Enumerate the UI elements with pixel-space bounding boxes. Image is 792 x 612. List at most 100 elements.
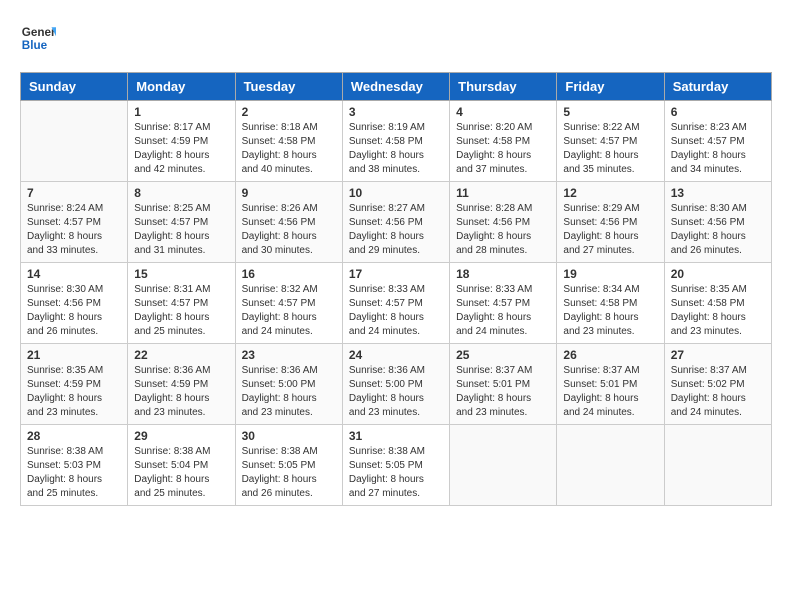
calendar-cell: 26 Sunrise: 8:37 AM Sunset: 5:01 PM Dayli… (557, 344, 664, 425)
column-header-thursday: Thursday (450, 73, 557, 101)
calendar-header-row: SundayMondayTuesdayWednesdayThursdayFrid… (21, 73, 772, 101)
day-number: 30 (242, 429, 336, 443)
day-info: Sunrise: 8:27 AM Sunset: 4:56 PM Dayligh… (349, 202, 443, 258)
day-number: 21 (27, 348, 121, 362)
day-number: 25 (456, 348, 550, 362)
day-info: Sunrise: 8:30 AM Sunset: 4:56 PM Dayligh… (671, 202, 765, 258)
calendar-cell (664, 425, 771, 506)
week-row-5: 28 Sunrise: 8:38 AM Sunset: 5:03 PM Dayli… (21, 425, 772, 506)
week-row-2: 7Sunrise: 8:24 AM Sunset: 4:57 PM Daylig… (21, 182, 772, 263)
day-info: Sunrise: 8:38 AM Sunset: 5:05 PM Dayligh… (242, 445, 336, 501)
calendar-cell: 10 Sunrise: 8:27 AM Sunset: 4:56 PM Dayli… (342, 182, 449, 263)
day-info: Sunrise: 8:33 AM Sunset: 4:57 PM Dayligh… (456, 283, 550, 339)
calendar-cell: 31Sunrise: 8:38 AM Sunset: 5:05 PM Dayli… (342, 425, 449, 506)
calendar-cell (557, 425, 664, 506)
column-header-monday: Monday (128, 73, 235, 101)
column-header-saturday: Saturday (664, 73, 771, 101)
day-info: Sunrise: 8:18 AM Sunset: 4:58 PM Dayligh… (242, 121, 336, 177)
day-info: Sunrise: 8:36 AM Sunset: 5:00 PM Dayligh… (242, 364, 336, 420)
day-number: 31 (349, 429, 443, 443)
day-info: Sunrise: 8:33 AM Sunset: 4:57 PM Dayligh… (349, 283, 443, 339)
calendar-cell: 21Sunrise: 8:35 AM Sunset: 4:59 PM Dayli… (21, 344, 128, 425)
day-number: 3 (349, 105, 443, 119)
svg-text:Blue: Blue (22, 39, 48, 52)
day-info: Sunrise: 8:23 AM Sunset: 4:57 PM Dayligh… (671, 121, 765, 177)
calendar-table: SundayMondayTuesdayWednesdayThursdayFrid… (20, 72, 772, 506)
day-info: Sunrise: 8:28 AM Sunset: 4:56 PM Dayligh… (456, 202, 550, 258)
calendar-cell: 18 Sunrise: 8:33 AM Sunset: 4:57 PM Dayli… (450, 263, 557, 344)
day-number: 9 (242, 186, 336, 200)
calendar-cell: 6 Sunrise: 8:23 AM Sunset: 4:57 PM Daylig… (664, 101, 771, 182)
logo: General Blue (20, 20, 56, 56)
week-row-3: 14 Sunrise: 8:30 AM Sunset: 4:56 PM Dayli… (21, 263, 772, 344)
day-number: 2 (242, 105, 336, 119)
day-info: Sunrise: 8:37 AM Sunset: 5:01 PM Dayligh… (456, 364, 550, 420)
day-info: Sunrise: 8:31 AM Sunset: 4:57 PM Dayligh… (134, 283, 228, 339)
week-row-1: 1 Sunrise: 8:17 AM Sunset: 4:59 PM Daylig… (21, 101, 772, 182)
day-info: Sunrise: 8:26 AM Sunset: 4:56 PM Dayligh… (242, 202, 336, 258)
day-number: 8 (134, 186, 228, 200)
calendar-cell: 14 Sunrise: 8:30 AM Sunset: 4:56 PM Dayli… (21, 263, 128, 344)
day-number: 12 (563, 186, 657, 200)
day-number: 10 (349, 186, 443, 200)
day-number: 6 (671, 105, 765, 119)
day-number: 18 (456, 267, 550, 281)
calendar-cell: 8 Sunrise: 8:25 AM Sunset: 4:57 PM Daylig… (128, 182, 235, 263)
calendar-cell: 20Sunrise: 8:35 AM Sunset: 4:58 PM Dayli… (664, 263, 771, 344)
day-info: Sunrise: 8:17 AM Sunset: 4:59 PM Dayligh… (134, 121, 228, 177)
calendar-cell: 28 Sunrise: 8:38 AM Sunset: 5:03 PM Dayli… (21, 425, 128, 506)
day-number: 27 (671, 348, 765, 362)
day-number: 22 (134, 348, 228, 362)
calendar-cell: 30 Sunrise: 8:38 AM Sunset: 5:05 PM Dayli… (235, 425, 342, 506)
day-number: 1 (134, 105, 228, 119)
calendar-cell: 1 Sunrise: 8:17 AM Sunset: 4:59 PM Daylig… (128, 101, 235, 182)
calendar-cell: 13 Sunrise: 8:30 AM Sunset: 4:56 PM Dayli… (664, 182, 771, 263)
day-number: 17 (349, 267, 443, 281)
day-number: 23 (242, 348, 336, 362)
calendar-cell: 2 Sunrise: 8:18 AM Sunset: 4:58 PM Daylig… (235, 101, 342, 182)
day-info: Sunrise: 8:38 AM Sunset: 5:03 PM Dayligh… (27, 445, 121, 501)
day-info: Sunrise: 8:37 AM Sunset: 5:01 PM Dayligh… (563, 364, 657, 420)
column-header-friday: Friday (557, 73, 664, 101)
calendar-cell: 19 Sunrise: 8:34 AM Sunset: 4:58 PM Dayli… (557, 263, 664, 344)
day-info: Sunrise: 8:30 AM Sunset: 4:56 PM Dayligh… (27, 283, 121, 339)
day-info: Sunrise: 8:25 AM Sunset: 4:57 PM Dayligh… (134, 202, 228, 258)
calendar-cell: 16Sunrise: 8:32 AM Sunset: 4:57 PM Dayli… (235, 263, 342, 344)
day-info: Sunrise: 8:36 AM Sunset: 5:00 PM Dayligh… (349, 364, 443, 420)
day-info: Sunrise: 8:37 AM Sunset: 5:02 PM Dayligh… (671, 364, 765, 420)
day-number: 11 (456, 186, 550, 200)
day-number: 26 (563, 348, 657, 362)
calendar-cell: 25 Sunrise: 8:37 AM Sunset: 5:01 PM Dayli… (450, 344, 557, 425)
day-info: Sunrise: 8:20 AM Sunset: 4:58 PM Dayligh… (456, 121, 550, 177)
calendar-cell: 12Sunrise: 8:29 AM Sunset: 4:56 PM Dayli… (557, 182, 664, 263)
day-info: Sunrise: 8:36 AM Sunset: 4:59 PM Dayligh… (134, 364, 228, 420)
day-number: 5 (563, 105, 657, 119)
day-number: 4 (456, 105, 550, 119)
day-number: 14 (27, 267, 121, 281)
calendar-cell (450, 425, 557, 506)
day-info: Sunrise: 8:24 AM Sunset: 4:57 PM Dayligh… (27, 202, 121, 258)
page-header: General Blue (20, 20, 772, 56)
column-header-sunday: Sunday (21, 73, 128, 101)
svg-text:General: General (22, 26, 56, 39)
calendar-cell: 11 Sunrise: 8:28 AM Sunset: 4:56 PM Dayli… (450, 182, 557, 263)
day-number: 19 (563, 267, 657, 281)
day-info: Sunrise: 8:38 AM Sunset: 5:04 PM Dayligh… (134, 445, 228, 501)
day-info: Sunrise: 8:34 AM Sunset: 4:58 PM Dayligh… (563, 283, 657, 339)
day-number: 28 (27, 429, 121, 443)
calendar-cell: 3 Sunrise: 8:19 AM Sunset: 4:58 PM Daylig… (342, 101, 449, 182)
week-row-4: 21Sunrise: 8:35 AM Sunset: 4:59 PM Dayli… (21, 344, 772, 425)
calendar-cell (21, 101, 128, 182)
column-header-wednesday: Wednesday (342, 73, 449, 101)
calendar-cell: 15Sunrise: 8:31 AM Sunset: 4:57 PM Dayli… (128, 263, 235, 344)
day-number: 13 (671, 186, 765, 200)
calendar-cell: 27 Sunrise: 8:37 AM Sunset: 5:02 PM Dayli… (664, 344, 771, 425)
day-info: Sunrise: 8:22 AM Sunset: 4:57 PM Dayligh… (563, 121, 657, 177)
day-info: Sunrise: 8:19 AM Sunset: 4:58 PM Dayligh… (349, 121, 443, 177)
calendar-cell: 4 Sunrise: 8:20 AM Sunset: 4:58 PM Daylig… (450, 101, 557, 182)
day-number: 16 (242, 267, 336, 281)
calendar-cell: 7Sunrise: 8:24 AM Sunset: 4:57 PM Daylig… (21, 182, 128, 263)
day-number: 24 (349, 348, 443, 362)
day-number: 20 (671, 267, 765, 281)
logo-icon: General Blue (20, 20, 56, 56)
